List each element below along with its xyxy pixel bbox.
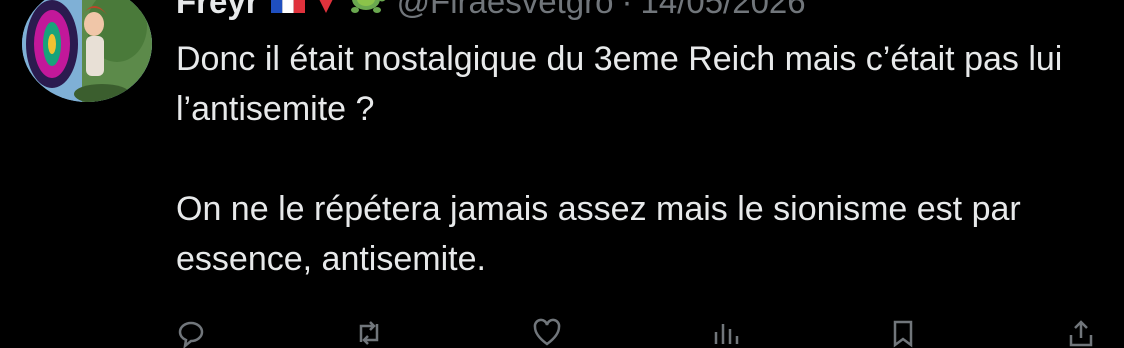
separator: · [621,0,633,20]
views-icon[interactable] [710,318,740,348]
avatar[interactable] [22,0,152,102]
tweet-text: Donc il était nostalgique du 3eme Reich … [176,34,1076,284]
tweet-paragraph-1: Donc il était nostalgique du 3eme Reich … [176,40,1063,128]
handle[interactable]: @Firaesvetgro [397,0,614,21]
timestamp[interactable]: 14/05/2026 [640,0,805,21]
tweet[interactable]: Freyr @Firaesvetgro · 14/05/2026 Donc il… [0,0,1124,348]
action-bar [176,318,1096,348]
bookmark-icon[interactable] [888,318,918,348]
retweet-icon[interactable] [354,318,384,348]
like-icon[interactable] [532,318,562,348]
red-pin-icon [315,0,337,21]
tweet-paragraph-2: On ne le répétera jamais assez mais le s… [176,190,1021,278]
avatar-image [22,0,152,102]
share-icon[interactable] [1066,318,1096,348]
turtle-emoji-icon [347,0,387,21]
reply-icon[interactable] [176,318,206,348]
tweet-header: Freyr @Firaesvetgro · 14/05/2026 [176,0,806,26]
display-name[interactable]: Freyr [176,0,259,21]
france-flag-icon [270,0,305,21]
